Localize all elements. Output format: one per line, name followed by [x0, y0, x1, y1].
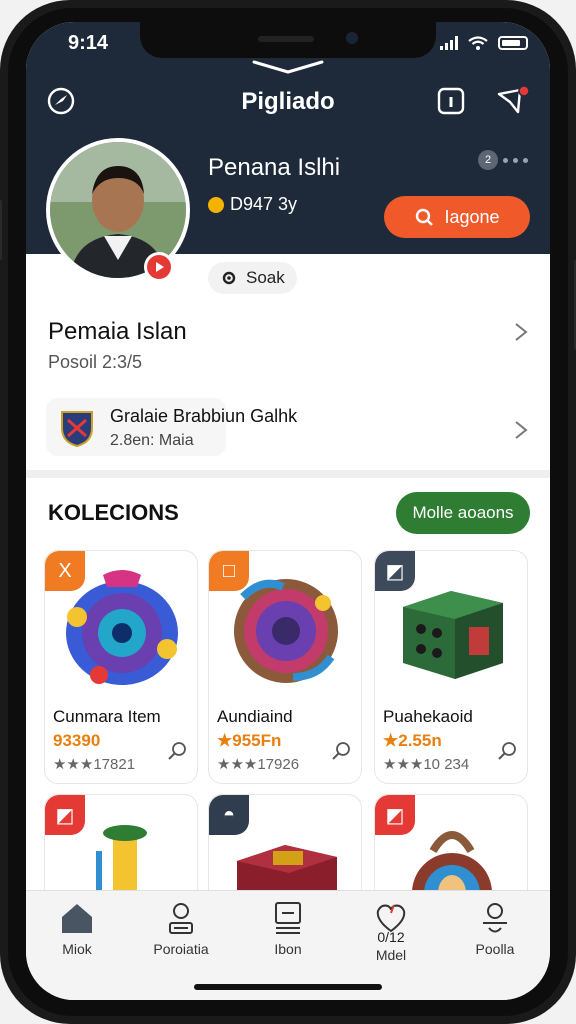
- card-price: 93390: [53, 731, 101, 750]
- zoom-icon[interactable]: [497, 741, 517, 761]
- profile-icon: [483, 903, 507, 933]
- explore-button-label: Iagone: [444, 206, 500, 227]
- collections-title: KOLECIONS: [48, 500, 179, 525]
- coin-icon: [208, 196, 224, 213]
- card-price: ★2.55n: [383, 731, 442, 750]
- nav-label: Ibon: [274, 941, 302, 957]
- notification-icon[interactable]: [496, 84, 532, 118]
- chevron-right-icon[interactable]: [514, 420, 528, 440]
- card-name: Aundiaind: [217, 707, 293, 726]
- wifi-icon: [468, 36, 488, 50]
- linked-item-subtitle: 2.8en: Maia: [110, 432, 194, 449]
- item-art-image: [234, 579, 338, 683]
- chevron-right-icon[interactable]: [514, 322, 528, 342]
- app-title: Pigliado: [241, 88, 335, 115]
- card-rating: ★★★17926: [217, 756, 300, 773]
- nav-label: Miok: [62, 941, 92, 957]
- phone-frame: 9:14 Pigliado Penana Islhi D947 3y 2 Iag…: [0, 0, 576, 1024]
- signal-icon: [440, 36, 458, 50]
- chevron-down-icon[interactable]: [252, 60, 324, 74]
- collection-card[interactable]: □ Aundiaind ★955Fn ★★★17926: [208, 550, 362, 784]
- divider: [26, 470, 550, 478]
- collection-card[interactable]: ◩ Puahekaoid ★2.55n ★★★10 234: [374, 550, 528, 784]
- shield-icon: [61, 411, 93, 448]
- status-time: 9:14: [68, 32, 109, 54]
- card-rating: ★★★17821: [53, 756, 136, 773]
- card-rating: ★★★10 234: [383, 756, 470, 773]
- zoom-icon[interactable]: [167, 741, 187, 761]
- card-price: ★955Fn: [217, 731, 282, 750]
- profile-section-title: Pemaia Islan: [48, 318, 187, 345]
- user-card-icon: [169, 903, 193, 934]
- nav-item-list[interactable]: Ibon: [243, 901, 333, 957]
- status-icons: [440, 36, 528, 50]
- gear-icon: [222, 271, 236, 285]
- explore-button[interactable]: Iagone: [384, 196, 530, 238]
- nav-label: Poroiatia: [153, 941, 209, 957]
- profile-section[interactable]: Pemaia Islan Posoil 2:3/5: [48, 318, 187, 373]
- search-icon: [416, 208, 434, 226]
- nav-label: Mdel: [375, 947, 407, 963]
- collection-card[interactable]: X Cunmara Item 93390 ★★★17821: [44, 550, 198, 784]
- linked-item-title: Gralaie Brabbiun Galhk: [110, 406, 298, 426]
- nav-item-profile[interactable]: Poolla: [450, 901, 540, 957]
- screen: 9:14 Pigliado Penana Islhi D947 3y 2 Iag…: [26, 22, 550, 1000]
- page-indicator[interactable]: 2: [478, 150, 528, 170]
- profile-section-subtitle: Posoil 2:3/5: [48, 352, 143, 372]
- profile-stat-value: D947 3y: [230, 194, 298, 214]
- tag-chip[interactable]: Soak: [208, 262, 297, 294]
- nav-item-home[interactable]: Miok: [32, 901, 122, 957]
- info-icon[interactable]: [436, 86, 466, 116]
- page-indicator-count: 2: [478, 150, 498, 170]
- speaker: [258, 36, 314, 42]
- profile-name: Penana Islhi: [208, 154, 341, 181]
- battery-icon: [498, 36, 528, 50]
- card-name: Puahekaoid: [383, 707, 473, 726]
- video-badge-icon[interactable]: [144, 252, 174, 282]
- home-icon: [62, 904, 92, 933]
- notch: [140, 22, 436, 58]
- nav-label: Poolla: [475, 941, 515, 957]
- zoom-icon[interactable]: [331, 741, 351, 761]
- nav-badge: 0/12: [377, 929, 405, 945]
- nav-item-favorites[interactable]: 0/12 Mdel: [346, 901, 436, 963]
- nav-item-portfolio[interactable]: Poroiatia: [136, 901, 226, 957]
- card-name: Cunmara Item: [53, 707, 161, 726]
- item-art-image: [403, 591, 503, 679]
- more-collections-button[interactable]: Molle aoaons: [396, 492, 530, 534]
- tag-chip-label: Soak: [246, 268, 285, 287]
- profile-stat: D947 3y: [208, 194, 297, 215]
- item-art-image: [66, 570, 178, 685]
- list-icon: [275, 902, 301, 934]
- compass-icon[interactable]: [46, 86, 76, 116]
- camera: [346, 32, 358, 44]
- side-button: [0, 200, 2, 260]
- home-indicator[interactable]: [194, 984, 382, 990]
